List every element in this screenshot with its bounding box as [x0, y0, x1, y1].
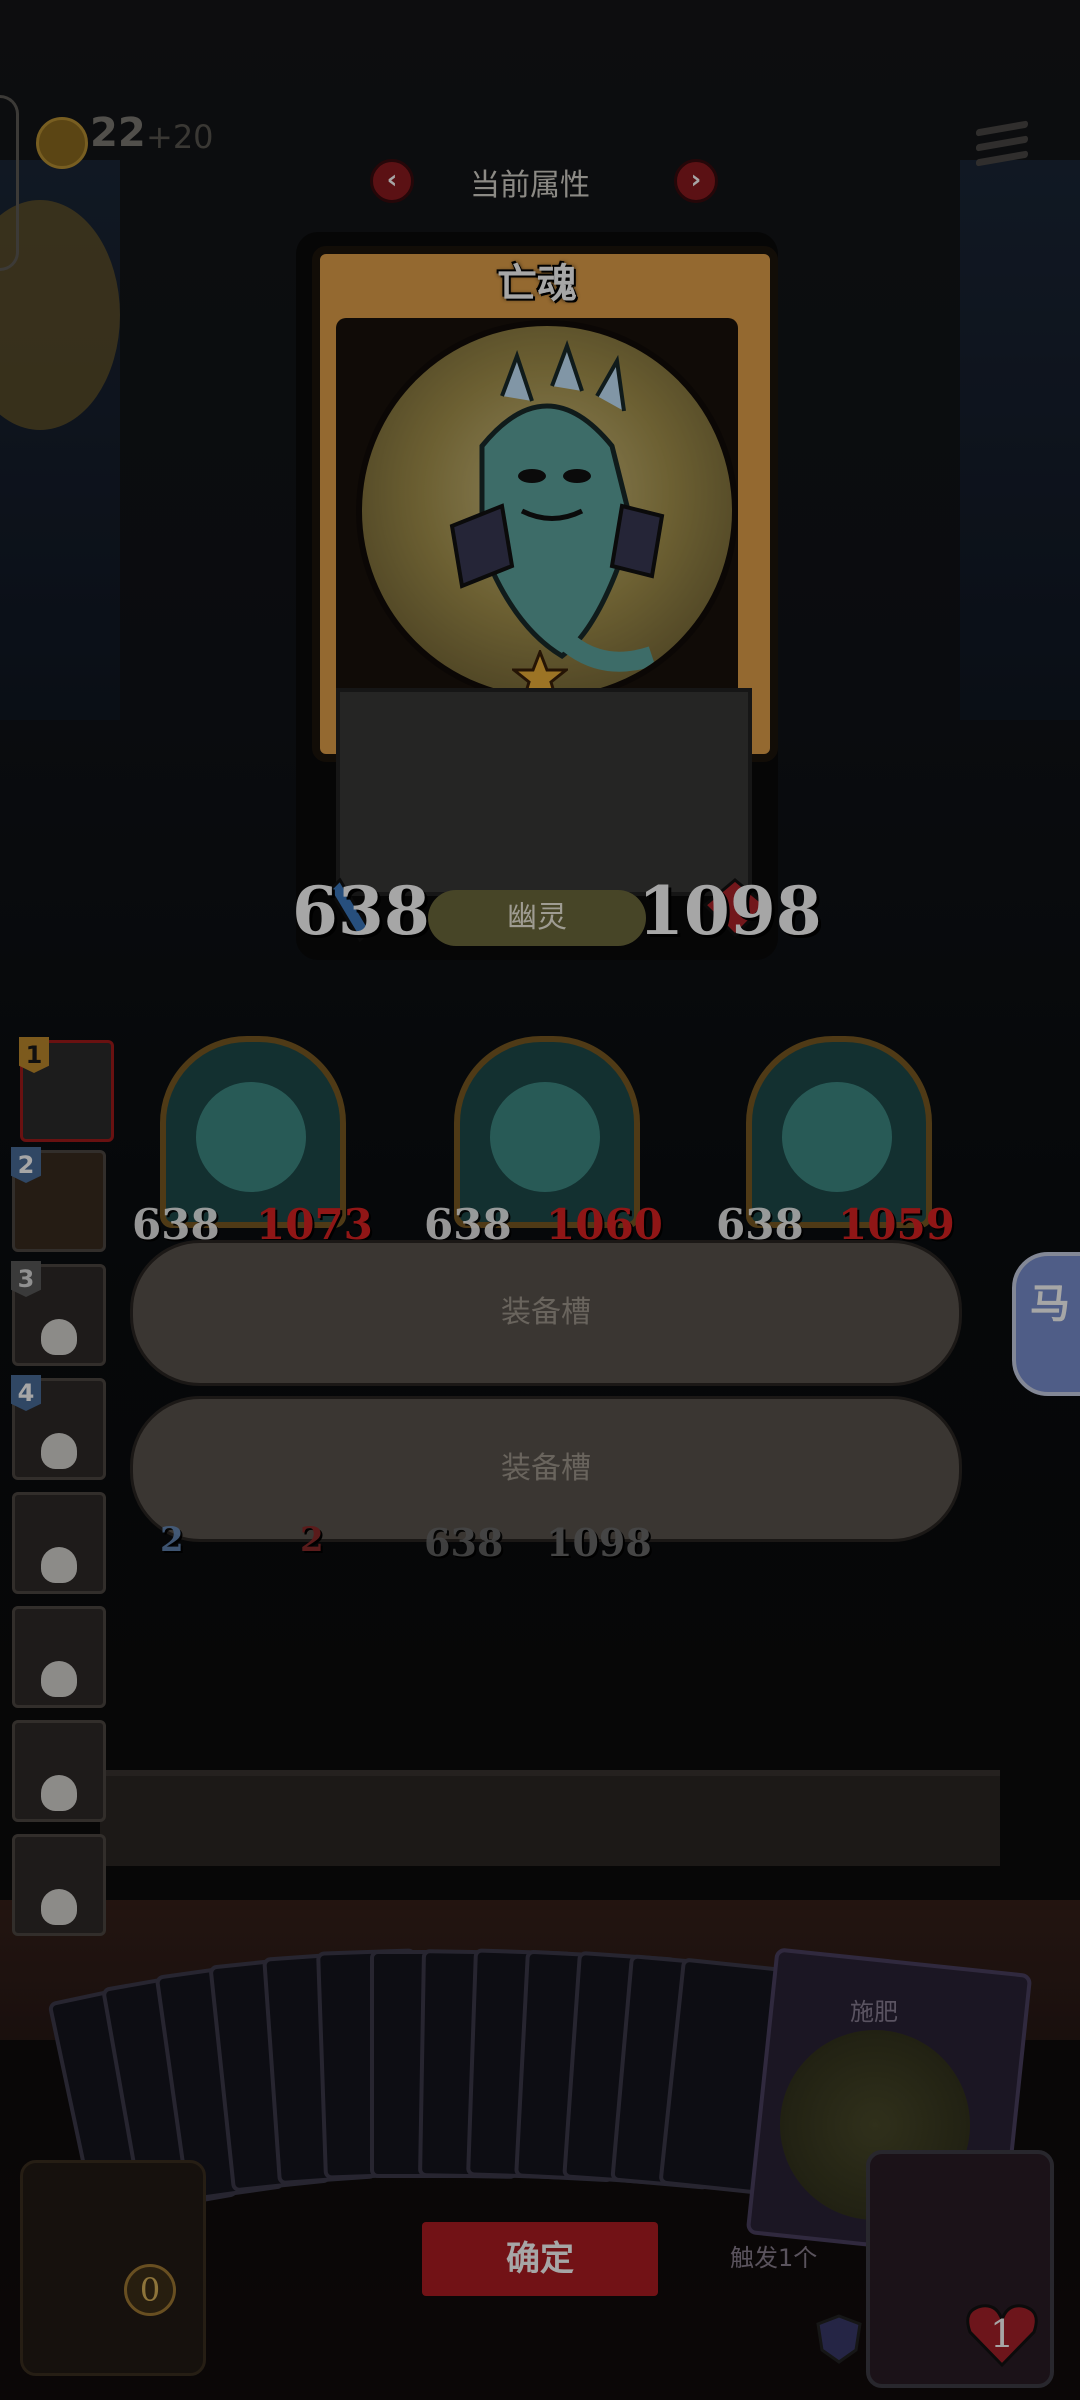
coin-count: 22 [90, 110, 146, 156]
menu-icon[interactable] [976, 120, 1028, 171]
panel-title: 当前属性 [470, 168, 590, 203]
shield-icon [816, 2314, 862, 2364]
card-description-box [336, 688, 752, 896]
feature-card-title: 施肥 [850, 1998, 898, 2026]
skull-icon [41, 1889, 77, 1925]
life-count: 1 [990, 2312, 1015, 2356]
coin-icon [36, 117, 88, 169]
hero-number: 1 [19, 1037, 49, 1073]
item-slot[interactable] [20, 2160, 206, 2376]
hero-slot-5[interactable] [12, 1492, 106, 1594]
trigger-text: 触发1个 [730, 2244, 818, 2272]
hero-number: 3 [11, 1261, 41, 1297]
card-health: 1098 [638, 872, 822, 950]
skull-icon [41, 1547, 77, 1583]
hero-number: 2 [11, 1147, 41, 1183]
left-frame [0, 95, 19, 271]
confirm-button[interactable]: 确定 [422, 2222, 658, 2296]
card-attack: 638 [292, 872, 430, 950]
item-counter: 0 [124, 2264, 176, 2316]
coin-bonus: +20 [146, 118, 214, 156]
ghost-icon [782, 1082, 892, 1192]
next-button[interactable]: › [674, 159, 718, 203]
minion-5-attack: 638 [424, 1520, 504, 1565]
prev-button[interactable]: ‹ [370, 159, 414, 203]
hero-slot-7[interactable] [12, 1720, 106, 1822]
hero-slot-4[interactable]: 4 [11, 1375, 106, 1480]
skull-icon [41, 1661, 77, 1697]
hero-number: 4 [11, 1375, 41, 1411]
hero-list: 1 2 3 4 [6, 1030, 114, 1950]
board-shelf [100, 1770, 1000, 1866]
card-type: 幽灵 [428, 890, 646, 946]
card-name: 亡魂 [497, 261, 577, 307]
hero-slot-6[interactable] [12, 1606, 106, 1708]
skull-icon [41, 1775, 77, 1811]
ghost-icon [490, 1082, 600, 1192]
hero-slot-3[interactable]: 3 [11, 1261, 106, 1366]
ghost-icon [196, 1082, 306, 1192]
equipment-slot-1[interactable]: 装备槽 [130, 1240, 962, 1386]
window-right [960, 160, 1080, 720]
hero-slot-2[interactable]: 2 [11, 1147, 106, 1252]
minion-5-health: 1098 [546, 1520, 652, 1565]
minion-4-health: 2 [300, 1520, 324, 1560]
skull-icon [41, 1319, 77, 1355]
skull-icon [41, 1433, 77, 1469]
ghost-portrait [356, 320, 738, 702]
hero-slot-1[interactable]: 1 [19, 1037, 114, 1142]
side-tab[interactable]: 马 [1012, 1252, 1080, 1396]
minion-4-attack: 2 [160, 1520, 184, 1560]
hero-slot-8[interactable] [12, 1834, 106, 1936]
